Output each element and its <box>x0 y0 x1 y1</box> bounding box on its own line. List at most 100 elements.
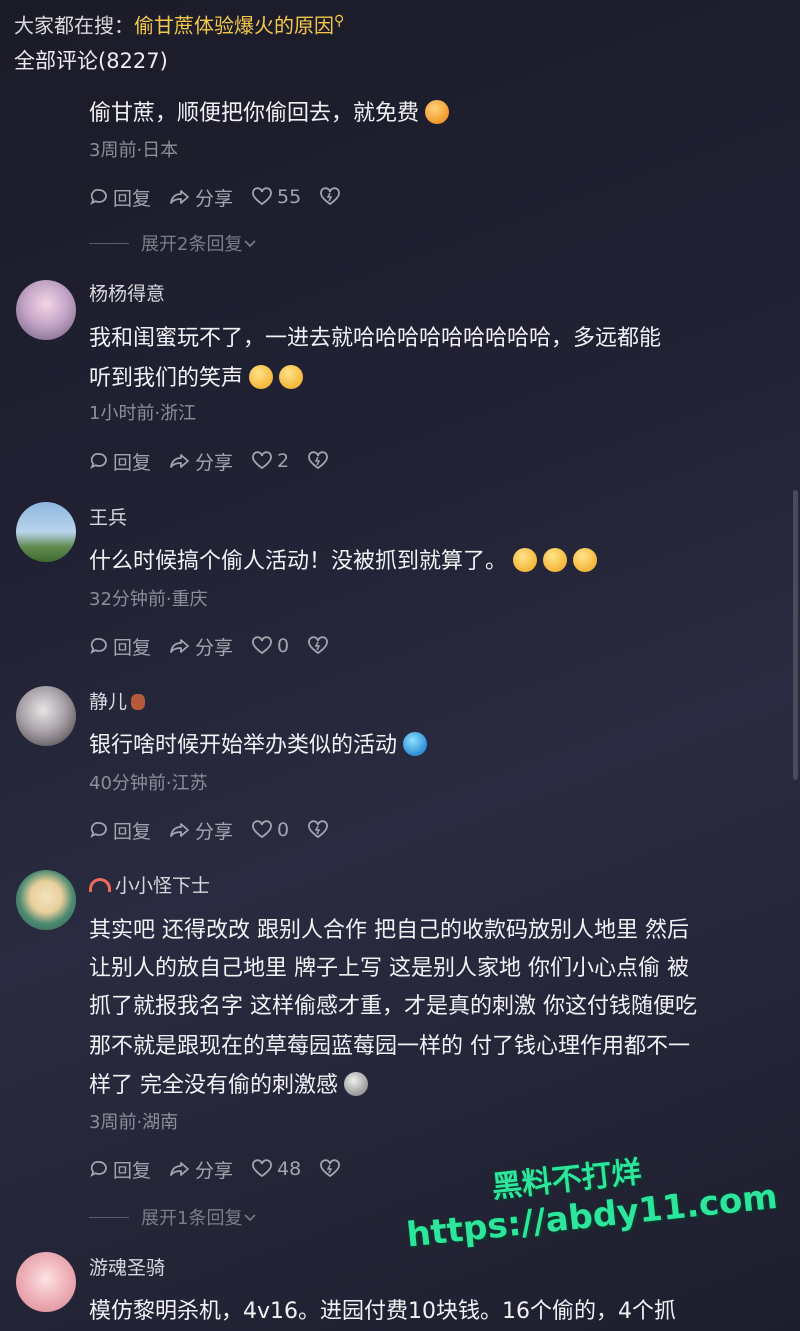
comment-actions: 回复 分享 55 <box>89 183 363 211</box>
emoji-icon <box>403 732 428 756</box>
reply-button[interactable]: 回复 <box>89 633 151 660</box>
dislike-icon <box>308 820 329 839</box>
like-button[interactable]: 0 <box>251 819 289 841</box>
reply-icon <box>90 188 107 205</box>
avatar[interactable] <box>16 280 76 340</box>
grimacing-emoji-icon <box>543 548 568 572</box>
reply-label: 回复 <box>113 1159 152 1182</box>
share-button[interactable]: 分享 <box>169 817 233 844</box>
share-icon <box>170 639 189 653</box>
chevron-down-icon <box>244 1214 257 1222</box>
dislike-button[interactable] <box>319 1159 345 1179</box>
comment-username[interactable]: 静儿 <box>89 689 146 715</box>
avatar[interactable] <box>16 870 76 930</box>
comment-text-line: 抓了就报我名字 这样偷感才重，才是真的刺激 你这付钱随便吃 <box>89 994 697 1019</box>
reply-label: 回复 <box>113 636 152 659</box>
scrollbar[interactable] <box>793 490 798 780</box>
reply-button[interactable]: 回复 <box>89 1156 151 1183</box>
comment-meta: 3周前·日本 <box>89 140 179 161</box>
like-count: 0 <box>277 819 290 841</box>
reply-button[interactable]: 回复 <box>89 184 151 211</box>
expand-replies-label: 展开2条回复 <box>141 234 243 255</box>
like-count: 55 <box>277 186 302 208</box>
share-label: 分享 <box>195 820 234 843</box>
like-count: 48 <box>277 1158 302 1180</box>
comment-text-line: 那不就是跟现在的草莓园蓝莓园一样的 付了钱心理作用都不一 <box>89 1034 690 1059</box>
share-label: 分享 <box>195 636 234 659</box>
share-icon <box>170 190 189 204</box>
like-count: 0 <box>277 635 290 657</box>
comment-text: 听到我们的笑声 <box>89 360 784 397</box>
share-button[interactable]: 分享 <box>169 1156 233 1183</box>
share-button[interactable]: 分享 <box>169 448 233 475</box>
comment-username[interactable]: 王兵 <box>89 505 127 531</box>
reply-icon <box>90 1160 107 1177</box>
share-icon <box>170 1162 189 1176</box>
expand-replies-label: 展开1条回复 <box>141 1208 243 1229</box>
laughing-emoji-icon <box>249 365 274 389</box>
heart-icon <box>252 451 272 470</box>
trending-search-prefix: 大家都在搜： <box>14 13 134 38</box>
avatar[interactable] <box>16 1252 76 1312</box>
trending-search-bar[interactable]: 大家都在搜：偷甘蔗体验爆火的原因⚲ <box>14 6 344 41</box>
share-button[interactable]: 分享 <box>169 184 233 211</box>
watermark: 黑料不打烊 https://abdy11.com <box>400 1134 780 1291</box>
like-button[interactable]: 55 <box>251 186 301 208</box>
reply-label: 回复 <box>113 187 152 210</box>
expand-replies-button[interactable]: 展开1条回复 <box>89 1204 258 1230</box>
dislike-icon <box>308 451 329 470</box>
cat-emoji-icon <box>425 100 450 124</box>
chevron-down-icon <box>244 240 257 248</box>
expand-replies-button[interactable]: 展开2条回复 <box>89 230 258 256</box>
comment-actions: 回复 分享 0 <box>89 632 351 660</box>
heart-icon <box>252 187 272 206</box>
comment-username[interactable]: 小小怪下士 <box>89 873 210 899</box>
dislike-button[interactable] <box>319 187 345 207</box>
comment-text: 样了 完全没有偷的刺激感 <box>89 1067 784 1104</box>
reply-icon <box>90 452 107 469</box>
comment-text: 什么时候搞个偷人活动！没被抓到就算了。 <box>89 543 784 580</box>
comment-text: 偷甘蔗，顺便把你偷回去，就免费 <box>89 95 784 132</box>
like-button[interactable]: 2 <box>251 450 289 472</box>
reply-icon <box>90 821 107 838</box>
share-label: 分享 <box>195 1159 234 1182</box>
divider-line <box>89 242 129 244</box>
comment-meta: 32分钟前·重庆 <box>89 589 208 610</box>
comment-text: 银行啥时候开始举办类似的活动 <box>89 727 784 764</box>
search-icon[interactable]: ⚲ <box>334 13 344 29</box>
comment-username[interactable]: 游魂圣骑 <box>89 1255 165 1281</box>
comment-actions: 回复 分享 48 <box>89 1155 363 1183</box>
laughing-emoji-icon <box>279 365 304 389</box>
share-button[interactable]: 分享 <box>169 633 233 660</box>
dislike-icon <box>320 1159 341 1178</box>
dislike-button[interactable] <box>307 451 333 471</box>
avatar[interactable] <box>16 686 76 746</box>
comment-text-line: 让别人的放自己地里 牌子上写 这是别人家地 你们小心点偷 被 <box>89 956 689 981</box>
comment-count-title: 全部评论(8227) <box>14 49 168 73</box>
divider-line <box>89 1216 129 1218</box>
dislike-button[interactable] <box>307 636 333 656</box>
share-label: 分享 <box>195 451 234 474</box>
comment-username[interactable]: 杨杨得意 <box>89 281 165 307</box>
reply-label: 回复 <box>113 820 152 843</box>
reply-button[interactable]: 回复 <box>89 817 151 844</box>
dislike-button[interactable] <box>307 820 333 840</box>
bear-icon <box>131 694 146 710</box>
trending-search-query[interactable]: 偷甘蔗体验爆火的原因 <box>134 14 334 38</box>
reply-button[interactable]: 回复 <box>89 448 151 475</box>
reply-label: 回复 <box>113 451 152 474</box>
like-button[interactable]: 0 <box>251 635 289 657</box>
dislike-icon <box>320 187 341 206</box>
heart-icon <box>252 820 272 839</box>
comment-actions: 回复 分享 0 <box>89 816 351 844</box>
share-icon <box>170 823 189 837</box>
comment-actions: 回复 分享 2 <box>89 447 351 475</box>
grimacing-emoji-icon <box>573 548 598 572</box>
avatar[interactable] <box>16 502 76 562</box>
reply-icon <box>90 637 107 654</box>
comment-meta: 1小时前·浙江 <box>89 403 197 424</box>
grimacing-emoji-icon <box>513 548 538 572</box>
comment-text-line: 模仿黎明杀机，4v16。进园付费10块钱。16个偷的，4个抓 <box>89 1299 676 1324</box>
like-button[interactable]: 48 <box>251 1158 301 1180</box>
comment-text-line: 我和闺蜜玩不了，一进去就哈哈哈哈哈哈哈哈哈，多远都能 <box>89 326 662 351</box>
